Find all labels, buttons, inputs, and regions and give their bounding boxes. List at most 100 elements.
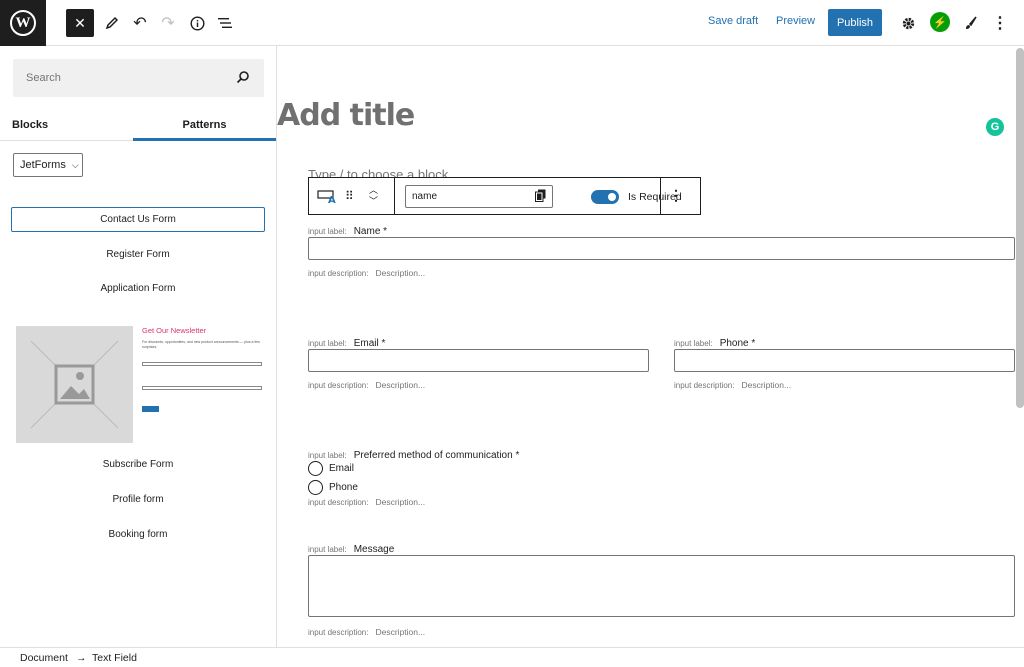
field-name-value: name [412,191,438,202]
list-view-button[interactable] [211,9,239,37]
chevron-down-icon: ⌵ [71,159,79,170]
save-draft-button[interactable]: Save draft [708,15,758,27]
preferred-description[interactable]: Description... [375,497,425,507]
pattern-category-select[interactable]: JetForms ⌵ [13,153,83,177]
pattern-register-form[interactable]: Register Form [11,242,265,267]
wordpress-logo-button[interactable]: W [0,0,46,46]
email-description[interactable]: Description... [375,380,425,390]
name-label[interactable]: Name * [354,226,387,237]
radio-phone[interactable]: Phone [308,480,358,495]
preferred-label-row: input label: Preferred method of communi… [308,450,519,461]
radio-circle[interactable] [308,480,323,495]
chevron-up-icon[interactable]: ︿ [369,185,378,196]
phone-input[interactable] [674,349,1015,372]
tab-blocks[interactable]: Blocks [12,108,48,141]
settings-button[interactable] [894,9,922,37]
email-label-row: input label: Email * [308,338,385,349]
preferred-description-row: input description: Description... [308,497,425,507]
input-label-prefix: input label: [308,227,347,236]
search-box [13,59,264,97]
input-label-prefix: input label: [674,339,713,348]
grammarly-icon[interactable]: G [986,118,1004,136]
chevron-down-icon[interactable]: ﹀ [369,196,378,207]
gear-icon [902,17,914,29]
message-description[interactable]: Description... [375,627,425,637]
pattern-preview-subscribe[interactable]: Get Our Newsletter For discounts, opport… [16,326,265,444]
move-buttons[interactable]: ︿ ﹀ [369,178,378,214]
svg-text:A: A [328,195,336,204]
jetpack-icon[interactable]: ⚡ [930,12,950,32]
preview-field [142,386,262,390]
editor-scrollbar[interactable] [1016,48,1024,408]
text-field-icon: A [317,190,336,204]
search-icon [236,70,252,86]
message-label-row: input label: Message [308,544,394,555]
radio-circle[interactable] [308,461,323,476]
input-label-prefix: input label: [308,545,347,554]
breadcrumb: Document → Text Field [0,647,1024,667]
field-name-input[interactable]: name [405,185,553,208]
message-label[interactable]: Message [354,544,395,555]
publish-button[interactable]: Publish [828,9,882,36]
top-toolbar: W ✕ ↶ ↷ Save draft Preview Publish ⚡ ⋮ [0,0,1024,46]
email-label[interactable]: Email * [354,338,386,349]
close-icon: ✕ [74,14,86,31]
redo-icon: ↷ [161,15,175,32]
undo-icon: ↶ [133,15,147,32]
tools-button[interactable] [98,9,126,37]
pattern-profile-form[interactable]: Profile form [11,487,265,512]
copy-icon[interactable] [535,189,546,202]
preview-field [142,362,262,366]
preview-button [142,406,159,412]
phone-label-row: input label: Phone * [674,338,755,349]
drag-handle-icon: ⠿ [345,189,354,203]
more-vertical-icon[interactable]: ⋮ [669,187,683,204]
name-description[interactable]: Description... [375,268,425,278]
pattern-subscribe-form[interactable]: Subscribe Form [11,452,265,477]
breadcrumb-document[interactable]: Document [20,652,68,664]
name-description-row: input description: Description... [308,268,425,278]
brush-icon [966,16,977,29]
editor-canvas: Add title G Type / to choose a block A ⠿… [277,46,1024,647]
input-description-prefix: input description: [308,381,369,390]
is-required-toggle[interactable] [591,190,619,204]
styles-button[interactable] [957,9,985,37]
preview-title: Get Our Newsletter [142,326,207,335]
tab-patterns[interactable]: Patterns [133,108,276,141]
phone-description[interactable]: Description... [741,380,791,390]
name-input[interactable] [308,237,1015,260]
email-description-row: input description: Description... [308,380,425,390]
undo-button[interactable]: ↶ [126,9,154,37]
more-vertical-icon: ⋮ [992,15,1008,32]
phone-label[interactable]: Phone * [720,338,756,349]
preview-button[interactable]: Preview [776,15,815,27]
phone-description-row: input description: Description... [674,380,791,390]
toolbar-divider [660,178,661,214]
input-label-prefix: input label: [308,339,347,348]
pencil-icon [105,16,119,30]
pattern-category-label: JetForms [20,159,66,171]
info-icon [189,15,205,31]
drag-handle[interactable]: ⠿ [345,178,354,214]
block-type-button[interactable]: A [317,188,337,204]
close-inserter-button[interactable]: ✕ [66,9,94,37]
inserter-tabs: Blocks Patterns [0,108,276,141]
preferred-label[interactable]: Preferred method of communication * [354,450,520,461]
post-title-input[interactable]: Add title [277,98,415,133]
pattern-booking-form[interactable]: Booking form [11,522,265,547]
input-description-prefix: input description: [308,498,369,507]
search-input[interactable] [13,59,233,97]
radio-email[interactable]: Email [308,461,354,476]
breadcrumb-current[interactable]: Text Field [92,652,137,664]
preview-text: For discounts, opportunities, and new pr… [142,340,260,349]
message-textarea[interactable] [308,555,1015,617]
pattern-contact-us-form[interactable]: Contact Us Form [11,207,265,232]
input-description-prefix: input description: [674,381,735,390]
pattern-application-form[interactable]: Application Form [11,276,265,301]
email-input[interactable] [308,349,649,372]
radio-phone-label: Phone [329,482,358,493]
wordpress-icon: W [10,10,36,36]
options-button[interactable]: ⋮ [986,9,1014,37]
details-button[interactable] [183,9,211,37]
redo-button[interactable]: ↷ [154,9,182,37]
